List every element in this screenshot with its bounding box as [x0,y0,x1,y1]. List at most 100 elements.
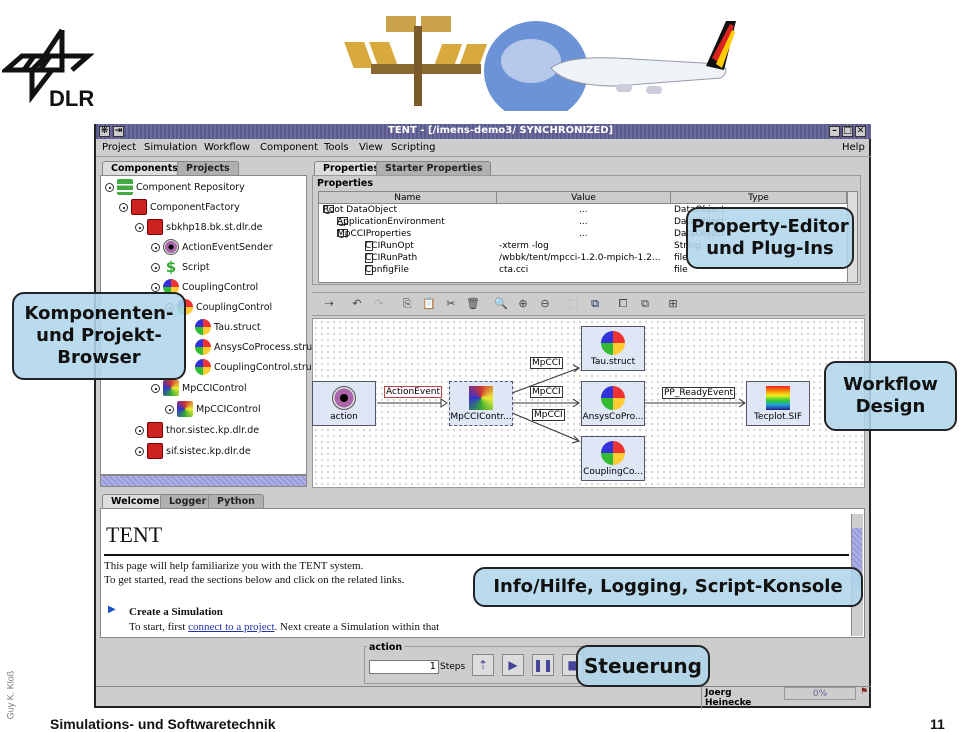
status-user: Joerg Heinecke [701,687,781,709]
factory-icon [147,422,163,438]
progress-indicator: 0% [784,687,856,700]
repository-icon [117,179,133,195]
tree-item[interactable]: sif.sistec.kp.dlr.de [135,442,251,460]
zoom-icon[interactable]: 🔍 [494,297,508,311]
collapse-toggle-icon[interactable] [165,404,174,414]
layout-icon[interactable]: ⊞ [666,297,680,311]
flag-icon[interactable]: ⚑ [858,687,870,700]
tree-item[interactable]: thor.sistec.kp.dlr.de [135,421,259,439]
workflow-node-tecplot[interactable]: Tecplot.SIF [746,381,810,426]
expand-toggle-icon[interactable] [151,282,160,292]
expand-toggle-icon[interactable] [105,182,114,192]
tree-item[interactable]: MpCCIControl [165,400,261,418]
close-button[interactable]: ✕ [855,126,866,137]
workflow-canvas[interactable]: action MpCCIContr... Tau.struct AnsysCoP… [312,318,865,488]
select-area-icon[interactable]: ⬚ [566,297,580,311]
tab-projects[interactable]: Projects [177,161,239,176]
minimize-button[interactable]: – [829,126,840,137]
maximize-button[interactable]: □ [842,126,853,137]
send-back-icon[interactable]: ⧉ [638,297,652,311]
zoom-out-icon[interactable]: ⊖ [538,297,552,311]
mpcci-icon [469,386,493,410]
collapse-toggle-icon[interactable] [151,242,160,252]
bullet-arrow-icon: ▶ [108,604,116,615]
pin-icon[interactable]: ⇥ [113,126,124,137]
tree-item[interactable]: ActionEventSender [151,238,273,256]
coupling-icon [195,319,211,335]
edge-label[interactable]: MpCCI [530,386,563,398]
workflow-node-tau[interactable]: Tau.struct [581,326,645,371]
mpcci-icon [177,401,193,417]
callout-info: Info/Hilfe, Logging, Script-Konsole [473,567,863,607]
menu-simulation[interactable]: Simulation [144,142,197,153]
collapse-toggle-icon[interactable] [135,425,144,435]
step-button[interactable]: ⇡ [472,654,494,676]
undo-icon[interactable]: ↶ [350,297,364,311]
play-button[interactable]: ▶ [502,654,524,676]
connect-project-link[interactable]: connect to a project [188,621,274,633]
coupling-icon [601,441,625,465]
tree-item[interactable]: ComponentFactory [119,198,240,216]
tab-starter-properties[interactable]: Starter Properties [376,161,492,176]
tab-components[interactable]: Components [102,161,187,176]
expand-toggle-icon[interactable] [119,202,128,212]
window-title: TENT - [/imens-demo3/ SYNCHRONIZED] [388,125,614,136]
pause-button[interactable]: ❚❚ [532,654,554,676]
coupling-icon [601,386,625,410]
collapse-toggle-icon[interactable] [151,262,160,272]
callout-property-editor: Property-Editor und Plug-Ins [686,207,854,269]
tree-item[interactable]: Tau.struct [195,318,261,336]
tree-item[interactable]: AnsysCoProcess.stru [195,338,312,356]
zoom-in-icon[interactable]: ⊕ [516,297,530,311]
workflow-node-coupling[interactable]: CouplingCo... [581,436,645,481]
delete-icon[interactable]: 🗑 [466,297,480,311]
steps-input[interactable]: 1 [369,660,439,674]
edge-label[interactable]: PP_ReadyEvent [662,387,736,399]
column-header-name[interactable]: Name [319,192,497,204]
tree-item[interactable]: sbkhp18.bk.st.dlr.de [135,218,262,236]
title-bar[interactable]: ❋ ⇥ TENT - [/imens-demo3/ SYNCHRONIZED] … [96,124,871,139]
edge-arrowhead [440,398,448,408]
menu-component[interactable]: Component [260,142,318,153]
tree-item[interactable]: MpCCIControl [151,379,247,397]
menu-scripting[interactable]: Scripting [391,142,435,153]
redo-icon[interactable]: ↷ [372,297,386,311]
tab-python[interactable]: Python [208,494,264,509]
connect-icon[interactable]: ⇢ [322,297,336,311]
tree-item[interactable]: $ Script [151,258,210,276]
action-icon [332,386,356,410]
banner-image [344,16,736,111]
menu-project[interactable]: Project [102,142,136,153]
edge-label[interactable]: MpCCI [532,409,565,421]
cut-icon[interactable]: ✂ [444,297,458,311]
expand-toggle-icon[interactable] [135,222,144,232]
workflow-node-mpcci[interactable]: MpCCIContr... [449,381,513,426]
copy-icon[interactable]: ⎘ [400,297,414,311]
group-icon[interactable]: ⧉ [588,297,602,311]
edge-label[interactable]: MpCCI [530,357,563,369]
column-header-value[interactable]: Value [497,192,671,204]
workflow-node-ansys[interactable]: AnsysCoPro... [581,381,645,426]
welcome-heading: TENT [106,522,163,547]
section-heading: Create a Simulation [129,606,223,618]
expand-toggle-icon[interactable] [151,383,160,393]
paste-icon[interactable]: 📋 [422,297,436,311]
author-credit: Guy K. Kloß [5,670,16,720]
menu-view[interactable]: View [359,142,383,153]
edge-label[interactable]: ActionEvent [384,386,442,398]
menu-help[interactable]: Help [842,142,865,153]
column-header-type[interactable]: Type [671,192,847,204]
window-menu-icon[interactable]: ❋ [99,126,110,137]
workflow-toolbar: ⇢ ↶ ↷ ⎘ 📋 ✂ 🗑 🔍 ⊕ ⊖ ⬚ ⧉ ⧠ ⧉ ⊞ [312,292,865,316]
tree-item[interactable]: CouplingControl.stru [195,358,312,376]
collapse-toggle-icon[interactable] [135,446,144,456]
tree-item[interactable]: Component Repository [105,178,245,196]
page-number: 11 [930,716,945,732]
tab-welcome[interactable]: Welcome [102,494,169,509]
workflow-node-action[interactable]: action [312,381,376,426]
bring-front-icon[interactable]: ⧠ [616,297,630,311]
menu-tools[interactable]: Tools [324,142,349,153]
horizontal-scrollbar[interactable] [100,475,307,487]
edge-arrowhead [572,364,580,373]
menu-workflow[interactable]: Workflow [204,142,250,153]
